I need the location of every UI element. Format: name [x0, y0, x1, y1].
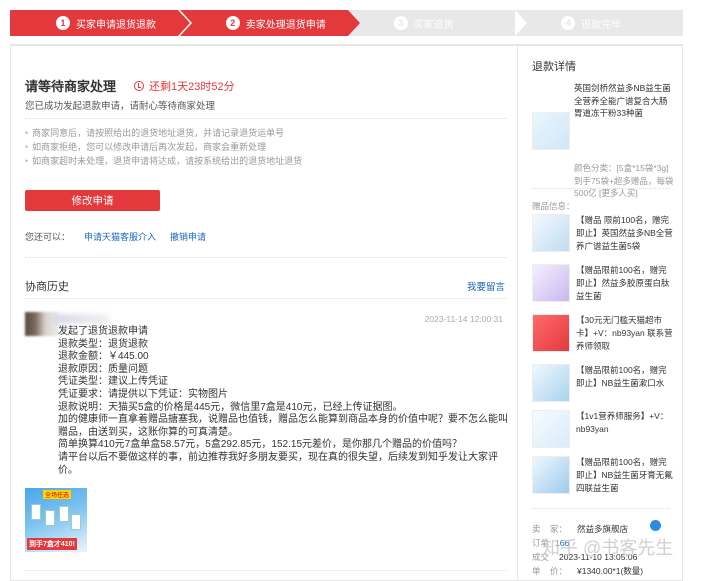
clock-icon [134, 80, 145, 91]
message-line: 凭证类型：建议上传凭证 [58, 376, 168, 388]
unit-price: ¥1340.00*1(数量) [576, 566, 644, 576]
seller-label: 卖 [532, 524, 541, 534]
gift-thumbnail [532, 314, 570, 352]
tip-item: 如商家拒绝，您可以修改申请后再次发起，商家会重新处理 [25, 140, 302, 154]
gift-thumbnail [532, 214, 570, 252]
gift-text: 【赠品限前100名，赠完即止】然益多胶原蛋白肽益生菌 [576, 265, 670, 301]
countdown-timer: 还剩1天23时52分 [134, 78, 235, 94]
other-actions-label: 您还可以： [25, 232, 71, 242]
step-number: 1 [56, 16, 70, 30]
step-label: 买家申请退货退款 [76, 19, 156, 31]
price-label-tail: 价： [549, 566, 567, 576]
modify-request-button[interactable]: 修改申请 [25, 190, 160, 211]
divider [25, 118, 507, 119]
message-timestamp: 2023-11-14 12:00:31 [424, 314, 503, 324]
seller-name[interactable]: 然益多旗舰店 [577, 524, 628, 534]
product-box [31, 504, 41, 520]
step-label: 退款完毕 [581, 19, 622, 31]
step-apply: 1 买家申请退货退款 [10, 10, 190, 36]
divider [532, 188, 670, 189]
step-number: 3 [393, 16, 408, 30]
gift-text: 【30元无门槛天猫超市卡】+V：nb93yan 联系营养师领取 [576, 315, 673, 351]
status-header: 请等待商家处理 还剩1天23时52分 [25, 76, 235, 95]
request-intervention-link[interactable]: 申请天猫客服介入 [84, 230, 156, 243]
leave-message-link[interactable]: 我要留言 [467, 279, 505, 293]
tips-list: 商家同意后，请按照给出的退货地址退货，并请记录退货运单号 如商家拒绝，您可以修改… [25, 126, 302, 168]
refund-status-panel: 请等待商家处理 还剩1天23时52分 您已成功发起退款申请，请耐心等待商家处理 … [10, 44, 518, 581]
gift-text: 【赠品 限前100名，赠完即止】英国然益多NB全营养广谱益生菌5袋 [576, 215, 673, 251]
price-label: 单 [532, 566, 541, 576]
message-line: 凭证要求：请提供以下凭证：实物图片 [58, 388, 228, 400]
countdown-text: 还剩1天23时52分 [149, 80, 235, 93]
product-thumbnail[interactable] [532, 112, 570, 150]
step-number: 2 [225, 16, 240, 30]
message-line: 退款原因：质量问题 [58, 363, 148, 375]
price-row: 单 价： ¥1340.00*1(数量) [532, 564, 677, 578]
gift-thumbnail [532, 264, 570, 302]
step-refund-done: 4 退款完毕 [515, 10, 683, 36]
product-spec: 颜色分类：[5盒*15袋*3g] 到手75袋+超多赠品，每袋500亿 [更多人买… [574, 163, 674, 198]
step-number: 4 [561, 16, 576, 30]
step-label: 买家退货 [413, 19, 454, 31]
chat-icon[interactable] [650, 520, 661, 531]
gift-text: 【赠品限前100名，赠完即止】NB益生菌漱口水 [576, 365, 667, 388]
message-line: 简单换算410元7盒单盒58.57元，5盒292.85元，152.15元差价，是… [58, 439, 463, 451]
gift-thumbnail [532, 364, 570, 402]
message-line: 退款说明：天猫买5盒的价格是445元，微信里7盒是410元，已经上传证据图。 [58, 401, 403, 413]
page-title: 请等待商家处理 [25, 79, 117, 94]
history-message: 发起了退货退款申请 退款类型：退货退款 退款金额：￥445.00 退款原因：质量… [58, 326, 513, 477]
other-actions: 您还可以： 申请天猫客服介入 撤销申请 [25, 230, 206, 243]
refund-detail-sidebar: 退款详情 英国剑桥然益多NB益生菌全营养全能广谱复合大肠胃道冻干粉33种菌 颜色… [518, 44, 683, 581]
message-line: 退款金额：￥445.00 [58, 351, 149, 363]
divider [25, 298, 507, 299]
tip-item: 如商家超时未处理，退货申请将达成，请按系统给出的退货地址退货 [25, 154, 302, 168]
divider [532, 508, 670, 509]
divider [25, 570, 507, 571]
product-box [59, 506, 69, 522]
gift-thumbnail [532, 410, 570, 448]
product-box [45, 510, 55, 526]
tip-item: 商家同意后，请按照给出的退货地址退货，并请记录退货运单号 [25, 126, 302, 140]
product-box [71, 514, 81, 530]
image-tag: 全场任选 [43, 490, 72, 499]
gift-text: 【1v1营养师服务】+V：nb93yan [576, 411, 669, 434]
history-title: 协商历史 [25, 281, 69, 293]
step-seller-process: 2 卖家处理退货申请 [179, 10, 360, 36]
message-line: 请平台以后不要做这样的事，前边推荐我好多朋友要买，现在真的很失望，后续发到知乎发… [58, 451, 498, 476]
progress-steps: 1 买家申请退货退款 2 卖家处理退货申请 3 买家退货 4 退款完毕 [10, 10, 683, 36]
message-line: 退款类型：退货退款 [58, 338, 148, 350]
step-return: 3 买家退货 [347, 10, 516, 36]
gift-title: 赠品信息： [532, 201, 575, 211]
status-subtitle: 您已成功发起退款申请，请耐心等待商家处理 [25, 101, 216, 112]
step-label: 卖家处理退货申请 [245, 19, 326, 31]
watermark: 知乎 @书客先生 [542, 538, 674, 558]
blurred-username [53, 314, 109, 324]
divider [25, 257, 507, 258]
cancel-request-link[interactable]: 撤销申请 [170, 230, 206, 243]
product-name[interactable]: 英国剑桥然益多NB益生菌全营养全能广谱复合大肠胃道冻干粉33种菌 [574, 82, 674, 120]
evidence-image[interactable]: 全场任选 到手7盒才410! [25, 488, 87, 552]
seller-label-tail: 家： [549, 524, 567, 534]
message-line: 加的健康师一直拿着赠品搪塞我，说赠品也值钱，赠品怎么能算到商品本身的价值中呢？要… [58, 414, 508, 438]
gift-thumbnail [532, 456, 570, 494]
gift-text: 【赠品限前100名，赠完即止】NB益生菌牙膏无氟四联益生菌 [576, 457, 673, 493]
sidebar-title: 退款详情 [532, 61, 576, 73]
message-line: 发起了退货退款申请 [58, 326, 148, 337]
image-price: 到手7盒才410! [27, 538, 77, 550]
